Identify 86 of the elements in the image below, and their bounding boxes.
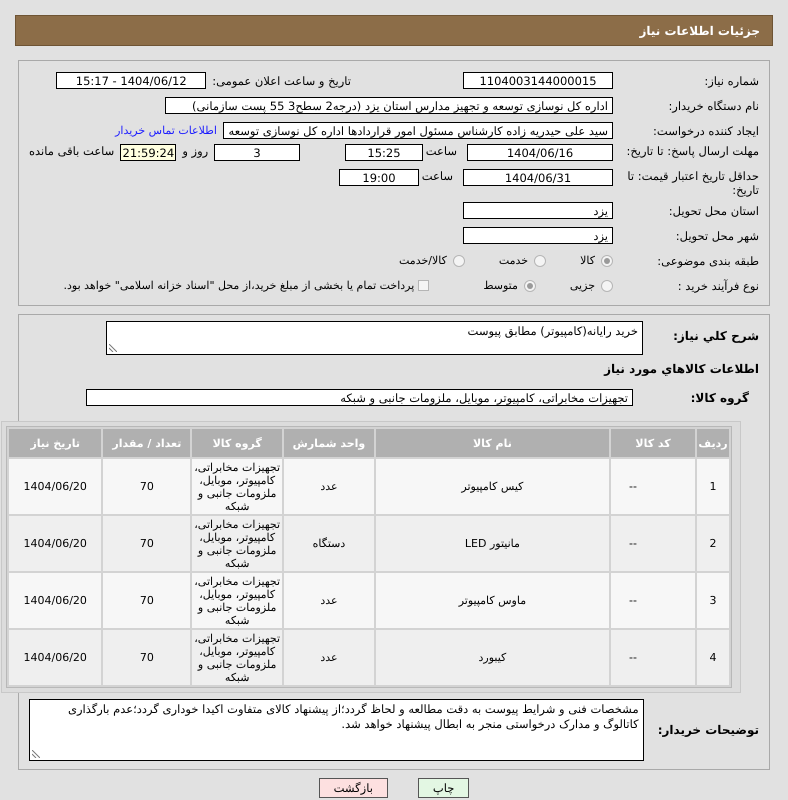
field-label: تاریخ و ساعت اعلان عمومی: [212,74,351,88]
radio-button[interactable] [534,254,546,266]
buyer-field[interactable]: اداره کل نوسازی توسعه و تجهیز مدارس استان یزد (درجه2 سطح3 55 پست سازمانی) [165,97,613,114]
radio-label: خدمت [498,254,528,267]
table-cell: -- [610,573,696,628]
table-cell: عدد [284,573,374,628]
table-cell: 70 [103,573,190,628]
radio-label: کالا [580,254,595,267]
summary-field[interactable]: خرید رایانه(کامپیوتر) مطابق پیوست [106,321,643,355]
province-field[interactable]: یزد [463,202,613,219]
table-cell: تجهیزات مخابراتی، کامپیوتر، موبایل، ملزومات جانبی و شبکه [192,573,282,628]
table-cell: 2 [697,516,729,571]
table-cell: 3 [697,573,729,628]
column-header: نام کالا [376,429,609,457]
table-cell: 1 [697,459,729,514]
field-label: توضیحات خریدار: [656,723,759,737]
column-header: تاریخ نیاز [9,429,102,457]
column-header: واحد شمارش [284,429,374,457]
need-number-field[interactable]: 1104003144000015 [463,72,613,89]
field-label: شهر محل تحویل: [674,228,759,242]
field-label: ایجاد کننده درخواست: [652,124,759,138]
radio-label: جزیی [570,279,595,292]
table-cell: تجهیزات مخابراتی، کامپیوتر، موبایل، ملزومات جانبی و شبکه [192,630,282,685]
table-cell: کیس کامپیوتر [376,459,609,514]
table-cell: ماوس کامپیوتر [376,573,609,628]
creator-field[interactable]: سید علی حیدریه زاده کارشناس مسئول امور قراردادها اداره کل نوسازی توسعه [223,122,613,139]
resize-grip-icon[interactable] [32,750,40,758]
table-cell: 70 [103,516,190,571]
table-cell: 70 [103,630,190,685]
radio-label: کالا/خدمت [399,254,447,267]
field-label: شماره نیاز: [703,74,759,88]
deadline-time-field[interactable]: 15:25 [345,144,423,161]
validity-time-field[interactable]: 19:00 [339,169,419,186]
resize-grip-icon[interactable] [109,344,117,352]
field-label: نام دستگاه خریدار: [667,98,759,112]
radio-label: متوسط [483,279,518,292]
radio-button[interactable] [601,280,613,292]
days-field[interactable]: 3 [214,144,300,161]
table-cell: عدد [284,630,374,685]
buyer-notes-field[interactable]: مشخصات فنی و شرایط پیوست به دقت مطالعه و لحاظ گردد؛از پیشنهاد کالای متفاوت اکیدا خوداری گردد؛عدم بارگذاری کاتالوگ و مدارک درخواستی منجر به ابطال پیشنهاد خواهد شد. [29,699,644,761]
table-cell: 1404/06/20 [9,630,102,685]
deadline-date-field[interactable]: 1404/06/16 [467,144,613,161]
city-field[interactable]: یزد [463,227,613,244]
table-cell: تجهیزات مخابراتی، کامپیوتر، موبایل، ملزومات جانبی و شبکه [192,459,282,514]
table-cell: 4 [697,630,729,685]
column-header: گروه کالا [192,429,282,457]
remaining-time-field: 21:59:24 [120,144,176,161]
table-cell: دستگاه [284,516,374,571]
field-label: روز و [182,144,208,158]
field-label: نوع فرآیند خرید : [676,278,759,292]
column-header: کد کالا [610,429,696,457]
field-label: مهلت ارسال پاسخ: تا تاریخ: [625,144,759,158]
back-button[interactable]: بازگشت [318,778,388,798]
field-label: شرح کلي نياز: [672,329,759,343]
field-label: ساعت [429,144,457,158]
table-cell: عدد [284,459,374,514]
column-header: تعداد / مقدار [103,429,190,457]
table-cell: 1404/06/20 [9,459,102,514]
checkbox-label: پرداخت تمام یا بخشی از مبلغ خرید،از محل "اسناد خزانه اسلامی" خواهد بود. [64,279,414,292]
field-label: ساعت [425,169,453,183]
field-label: حداقل تاریخ اعتبار قیمت: تا تاریخ: [626,169,759,197]
table-cell: -- [610,459,696,514]
table-cell: 1404/06/20 [9,516,102,571]
section-heading: اطلاعات کالاهاي مورد نياز [604,362,759,376]
buyer-contact-link[interactable]: اطلاعات تماس خریدار [115,124,217,137]
table-cell: کیبورد [376,630,609,685]
radio-button[interactable] [452,254,465,266]
radio-button[interactable] [601,254,613,266]
table-cell: -- [610,516,696,571]
field-label: ساعت باقی مانده [29,144,114,158]
page-title: جزئیات اطلاعات نیاز [15,15,773,46]
table-cell: مانیتور LED [376,516,609,571]
table-cell: -- [610,630,696,685]
field-label: استان محل تحویل: [668,204,759,218]
table-cell: 70 [103,459,190,514]
column-header: ردیف [697,429,729,457]
radio-button[interactable] [524,280,536,292]
table-cell: 1404/06/20 [9,573,102,628]
checkbox[interactable] [418,280,430,291]
field-label: گروه کالا: [690,390,749,404]
field-label: طبقه بندی موضوعی: [656,254,759,268]
announce-date-field[interactable]: 1404/06/12 - 15:17 [56,72,206,89]
validity-date-field[interactable]: 1404/06/31 [463,169,613,186]
table-cell: تجهیزات مخابراتی، کامپیوتر، موبایل، ملزومات جانبی و شبکه [192,516,282,571]
print-button[interactable]: چاپ [418,778,470,798]
goods-group-field[interactable]: تجهیزات مخابراتی، کامپیوتر، موبایل، ملزومات جانبی و شبکه [86,389,633,406]
